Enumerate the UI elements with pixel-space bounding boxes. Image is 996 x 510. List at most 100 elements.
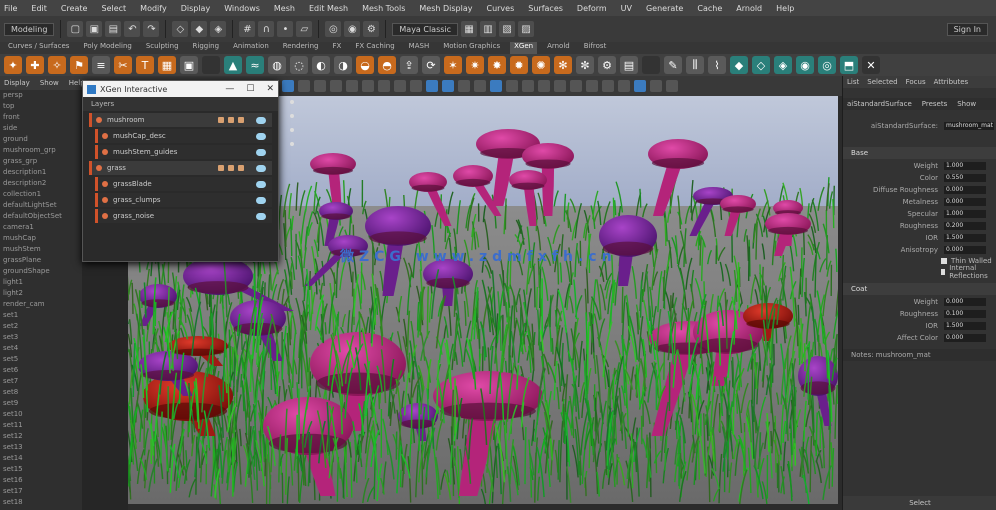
fur-icon[interactable]: ✷ xyxy=(466,56,484,74)
mode-dropdown[interactable]: Modeling xyxy=(4,22,55,36)
node-name-field[interactable]: mushroom_mat xyxy=(944,121,994,130)
cut-modifier-icon[interactable]: ◐ xyxy=(312,56,330,74)
settings-icon[interactable]: ⚙ xyxy=(598,56,616,74)
attribute-value-field[interactable]: 1.500 xyxy=(944,321,986,330)
menu-item[interactable]: Windows xyxy=(224,4,260,13)
visibility-toggle[interactable] xyxy=(256,132,266,140)
menu-item[interactable]: Create xyxy=(61,4,88,13)
export-icon[interactable]: ⇪ xyxy=(400,56,418,74)
outliner-item[interactable]: description1 xyxy=(0,167,82,178)
shelf-tab[interactable]: Motion Graphics xyxy=(439,42,504,54)
groom-icon[interactable]: ✶ xyxy=(444,56,462,74)
redo-icon[interactable]: ↷ xyxy=(143,21,160,37)
backface-icon[interactable] xyxy=(618,80,630,92)
outliner-item[interactable]: set1 xyxy=(0,310,82,321)
outliner-item[interactable]: render_cam xyxy=(0,299,82,310)
attribute-editor-subtab[interactable]: Presets xyxy=(922,98,947,110)
outliner-item[interactable]: set3 xyxy=(0,332,82,343)
dialog-titlebar[interactable]: XGen Interactive — ☐ ✕ xyxy=(83,81,278,97)
shadows-icon[interactable] xyxy=(506,80,518,92)
minimize-icon[interactable]: — xyxy=(225,84,234,94)
attribute-editor-menu-item[interactable]: Attributes xyxy=(934,76,969,88)
menu-item[interactable]: Arnold xyxy=(736,4,762,13)
outliner-item[interactable]: set4 xyxy=(0,343,82,354)
shelf-tab[interactable]: Curves / Surfaces xyxy=(4,42,73,54)
menu-item[interactable]: UV xyxy=(621,4,632,13)
attribute-value-field[interactable]: 1.000 xyxy=(944,209,986,218)
solo-icon[interactable] xyxy=(228,117,234,123)
layer-row[interactable]: mushCap_desc xyxy=(95,129,272,143)
textured-icon[interactable] xyxy=(474,80,486,92)
solo-icon[interactable] xyxy=(228,165,234,171)
visibility-toggle[interactable] xyxy=(256,164,266,172)
attribute-value-field[interactable]: 0.000 xyxy=(944,197,986,206)
grow-icon[interactable]: ▲ xyxy=(224,56,242,74)
exposure-icon[interactable] xyxy=(634,80,646,92)
workspace-dropdown[interactable]: Maya Classic xyxy=(392,22,459,36)
visibility-toggle[interactable] xyxy=(256,180,266,188)
shelf-tab[interactable]: XGen xyxy=(510,42,538,54)
menu-item[interactable]: Edit Mesh xyxy=(309,4,348,13)
menu-item[interactable]: Curves xyxy=(486,4,514,13)
render-icon[interactable]: ◎ xyxy=(325,21,342,37)
select-object-icon[interactable]: ◆ xyxy=(191,21,208,37)
instancer-icon[interactable]: ✻ xyxy=(554,56,572,74)
menu-item[interactable]: Modify xyxy=(140,4,167,13)
outliner-item[interactable]: set11 xyxy=(0,420,82,431)
select-button[interactable]: Select xyxy=(843,496,996,510)
layer-row[interactable]: grass xyxy=(89,161,272,175)
xray-icon[interactable] xyxy=(586,80,598,92)
shelf-tab[interactable]: FX Caching xyxy=(351,42,398,54)
outliner-item[interactable]: defaultLightSet xyxy=(0,200,82,211)
channel-box-icon[interactable]: ▨ xyxy=(518,21,535,37)
menu-item[interactable]: Help xyxy=(776,4,794,13)
resolution-gate-icon[interactable] xyxy=(362,80,374,92)
outliner-item[interactable]: set15 xyxy=(0,464,82,475)
outliner-item[interactable]: mushroom_grp xyxy=(0,145,82,156)
outliner-item[interactable]: camera1 xyxy=(0,222,82,233)
checkbox[interactable] xyxy=(941,258,947,264)
shelf-tab[interactable]: Rigging xyxy=(189,42,224,54)
attribute-value-field[interactable]: 0.550 xyxy=(944,173,986,182)
menu-item[interactable]: Edit xyxy=(31,4,47,13)
layer-action-icons[interactable] xyxy=(218,165,244,171)
section-coat[interactable]: Coat xyxy=(843,283,996,295)
archive-icon[interactable]: ✺ xyxy=(532,56,550,74)
cut-tool-icon[interactable]: ✂ xyxy=(114,56,132,74)
visibility-toggle[interactable] xyxy=(256,212,266,220)
layer-row[interactable]: mushroom xyxy=(89,113,272,127)
snap-point-icon[interactable]: • xyxy=(277,21,294,37)
save-scene-icon[interactable]: ▤ xyxy=(105,21,122,37)
shelf-tab[interactable]: Poly Modeling xyxy=(79,42,135,54)
coil-modifier-icon[interactable]: ◌ xyxy=(290,56,308,74)
tool-settings-icon[interactable]: ▧ xyxy=(499,21,516,37)
random-icon[interactable]: ✼ xyxy=(576,56,594,74)
select-hierarchy-icon[interactable]: ◇ xyxy=(172,21,189,37)
outliner-item[interactable]: grass_grp xyxy=(0,156,82,167)
relax-icon[interactable]: ◈ xyxy=(774,56,792,74)
outliner-item[interactable]: light1 xyxy=(0,277,82,288)
outliner-item[interactable]: set2 xyxy=(0,321,82,332)
outliner-item[interactable]: top xyxy=(0,101,82,112)
attribute-value-field[interactable]: 0.100 xyxy=(944,309,986,318)
sculpt-icon[interactable]: ◆ xyxy=(730,56,748,74)
shelf-tab[interactable]: MASH xyxy=(405,42,434,54)
image-plane-icon[interactable] xyxy=(314,80,326,92)
color-management-icon[interactable] xyxy=(666,80,678,92)
render-settings-icon[interactable]: ⚙ xyxy=(363,21,380,37)
grab-icon[interactable]: ◉ xyxy=(796,56,814,74)
menu-item[interactable]: Display xyxy=(181,4,211,13)
bookmark-icon[interactable] xyxy=(298,80,310,92)
clump-modifier-icon[interactable]: ◍ xyxy=(268,56,286,74)
outliner-item[interactable]: collection1 xyxy=(0,189,82,200)
noise-modifier-icon[interactable]: ≈ xyxy=(246,56,264,74)
wireframe-icon[interactable] xyxy=(426,80,438,92)
camera-attr-icon[interactable] xyxy=(282,80,294,92)
outliner-item[interactable]: groundShape xyxy=(0,266,82,277)
safe-action-icon[interactable] xyxy=(410,80,422,92)
density-tool-icon[interactable]: ▦ xyxy=(158,56,176,74)
snap-curve-icon[interactable]: ∩ xyxy=(258,21,275,37)
brush-icon[interactable]: ⌇ xyxy=(708,56,726,74)
mask-icon[interactable]: ◓ xyxy=(378,56,396,74)
attribute-value-field[interactable]: 0.200 xyxy=(944,221,986,230)
